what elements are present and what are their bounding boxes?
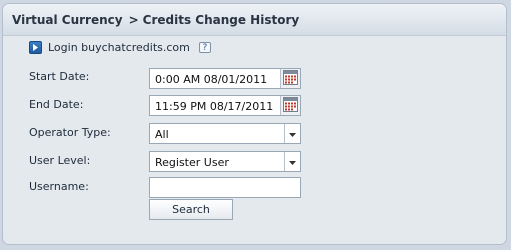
user-level-label: User Level:	[29, 154, 91, 167]
start-date-calendar-button[interactable]	[280, 69, 300, 88]
login-row: Login buychatcredits.com ?	[29, 41, 211, 54]
username-input[interactable]	[149, 177, 301, 198]
end-date-label: End Date:	[29, 98, 84, 111]
breadcrumb-separator: >	[128, 12, 139, 27]
username-label: Username:	[29, 180, 89, 193]
start-date-label: Start Date:	[29, 70, 90, 83]
help-icon[interactable]: ?	[198, 42, 211, 53]
calendar-icon	[283, 69, 298, 88]
login-link[interactable]: Login buychatcredits.com	[48, 41, 190, 54]
end-date-field[interactable]: 11:59 PM 08/17/2011	[149, 95, 301, 116]
breadcrumb-page: Credits Change History	[142, 12, 300, 27]
operator-type-select[interactable]: All	[149, 123, 301, 144]
page-title: Virtual Currency > Credits Change Histor…	[3, 4, 506, 36]
calendar-icon	[283, 96, 298, 115]
user-level-value: Register User	[155, 156, 229, 169]
chevron-down-icon	[289, 127, 296, 140]
breadcrumb-section: Virtual Currency	[12, 12, 123, 27]
start-date-value: 0:00 AM 08/01/2011	[155, 73, 268, 86]
operator-type-label: Operator Type:	[29, 126, 111, 139]
user-level-select[interactable]: Register User	[149, 151, 301, 172]
chevron-down-icon	[289, 155, 296, 168]
play-icon[interactable]	[29, 41, 42, 54]
user-level-dropdown-button[interactable]	[284, 152, 300, 171]
search-button[interactable]: Search	[149, 199, 233, 220]
operator-type-value: All	[155, 128, 169, 141]
start-date-field[interactable]: 0:00 AM 08/01/2011	[149, 68, 301, 89]
operator-type-dropdown-button[interactable]	[284, 124, 300, 143]
end-date-calendar-button[interactable]	[280, 96, 300, 115]
end-date-value: 11:59 PM 08/17/2011	[155, 100, 274, 113]
